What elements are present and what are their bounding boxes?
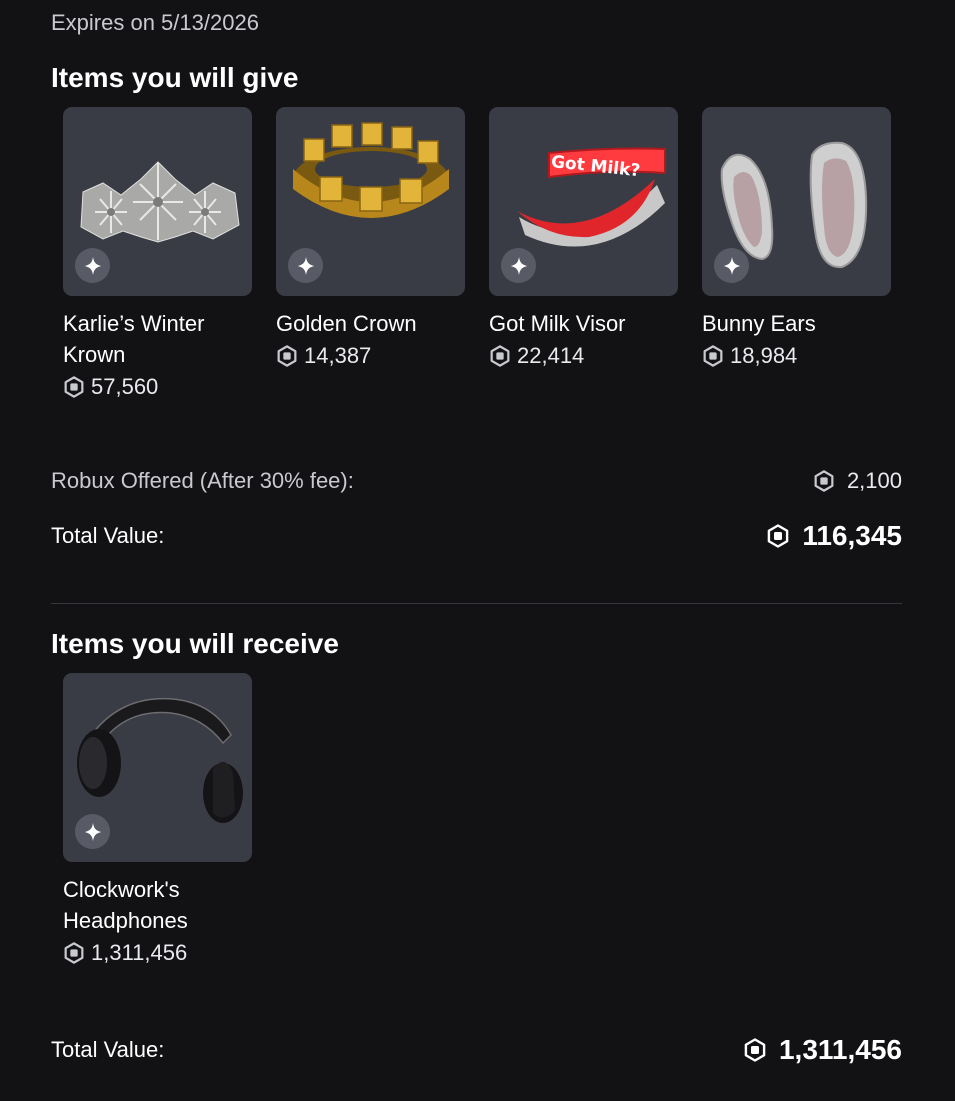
item-name[interactable]: Karlie’s Winter Krown bbox=[63, 308, 252, 370]
item-price: 18,984 bbox=[702, 343, 891, 369]
robux-icon bbox=[63, 942, 85, 964]
robux-icon bbox=[813, 470, 835, 492]
robux-offered-value: 2,100 bbox=[813, 468, 902, 494]
item-price-value: 57,560 bbox=[91, 374, 159, 399]
give-item-golden-crown[interactable]: Golden Crown 14,387 bbox=[276, 107, 465, 400]
receive-total-amount: 1,311,456 bbox=[778, 1034, 902, 1065]
item-name[interactable]: Golden Crown bbox=[276, 308, 465, 339]
receive-total-value: 1,311,456 bbox=[743, 1034, 902, 1066]
receive-total-row: Total Value: 1,311,456 bbox=[51, 1034, 902, 1066]
receive-section-title: Items you will receive bbox=[51, 628, 339, 659]
robux-icon bbox=[276, 345, 298, 367]
section-divider bbox=[51, 603, 902, 604]
item-name[interactable]: Clockwork's Headphones bbox=[63, 874, 252, 936]
give-item-bunny-ears[interactable]: Bunny Ears 18,984 bbox=[702, 107, 891, 400]
item-thumbnail[interactable] bbox=[276, 107, 465, 296]
item-thumbnail[interactable]: Got Milk? bbox=[489, 107, 678, 296]
item-price: 57,560 bbox=[63, 374, 252, 400]
item-price-value: 1,311,456 bbox=[91, 940, 188, 965]
robux-icon bbox=[63, 376, 85, 398]
give-section-title: Items you will give bbox=[51, 62, 299, 93]
item-name[interactable]: Bunny Ears bbox=[702, 308, 891, 339]
robux-icon bbox=[743, 1038, 767, 1062]
item-price: 14,387 bbox=[276, 343, 465, 369]
robux-offered-row: Robux Offered (After 30% fee): 2,100 bbox=[51, 468, 902, 494]
give-total-row: Total Value: 116,345 bbox=[51, 520, 902, 552]
give-total-value: 116,345 bbox=[766, 520, 902, 552]
item-name[interactable]: Got Milk Visor bbox=[489, 308, 678, 339]
expiration-text: Expires on 5/13/2026 bbox=[51, 10, 259, 35]
item-price: 1,311,456 bbox=[63, 940, 252, 966]
robux-offered-label: Robux Offered (After 30% fee): bbox=[51, 468, 354, 493]
item-price-value: 22,414 bbox=[517, 343, 585, 368]
give-item-got-milk-visor[interactable]: Got Milk? Got Milk Visor 22,414 bbox=[489, 107, 678, 400]
robux-icon bbox=[489, 345, 511, 367]
give-items-list: Karlie’s Winter Krown 57,560 Golden Crow… bbox=[63, 107, 891, 400]
sparkle-icon bbox=[75, 814, 110, 849]
item-thumbnail[interactable] bbox=[63, 107, 252, 296]
receive-item-headphones[interactable]: Clockwork's Headphones 1,311,456 bbox=[63, 673, 252, 966]
item-price-value: 18,984 bbox=[730, 343, 798, 368]
item-thumbnail[interactable] bbox=[63, 673, 252, 862]
item-thumbnail[interactable] bbox=[702, 107, 891, 296]
receive-total-label: Total Value: bbox=[51, 1037, 165, 1062]
sparkle-icon bbox=[75, 248, 110, 283]
item-price: 22,414 bbox=[489, 343, 678, 369]
robux-offered-amount: 2,100 bbox=[846, 468, 902, 493]
sparkle-icon bbox=[288, 248, 323, 283]
receive-items-list: Clockwork's Headphones 1,311,456 bbox=[63, 673, 252, 966]
sparkle-icon bbox=[714, 248, 749, 283]
give-total-amount: 116,345 bbox=[802, 520, 902, 551]
sparkle-icon bbox=[501, 248, 536, 283]
give-total-label: Total Value: bbox=[51, 523, 165, 548]
robux-icon bbox=[702, 345, 724, 367]
item-price-value: 14,387 bbox=[304, 343, 372, 368]
give-item-winter-krown[interactable]: Karlie’s Winter Krown 57,560 bbox=[63, 107, 252, 400]
robux-icon bbox=[766, 524, 790, 548]
